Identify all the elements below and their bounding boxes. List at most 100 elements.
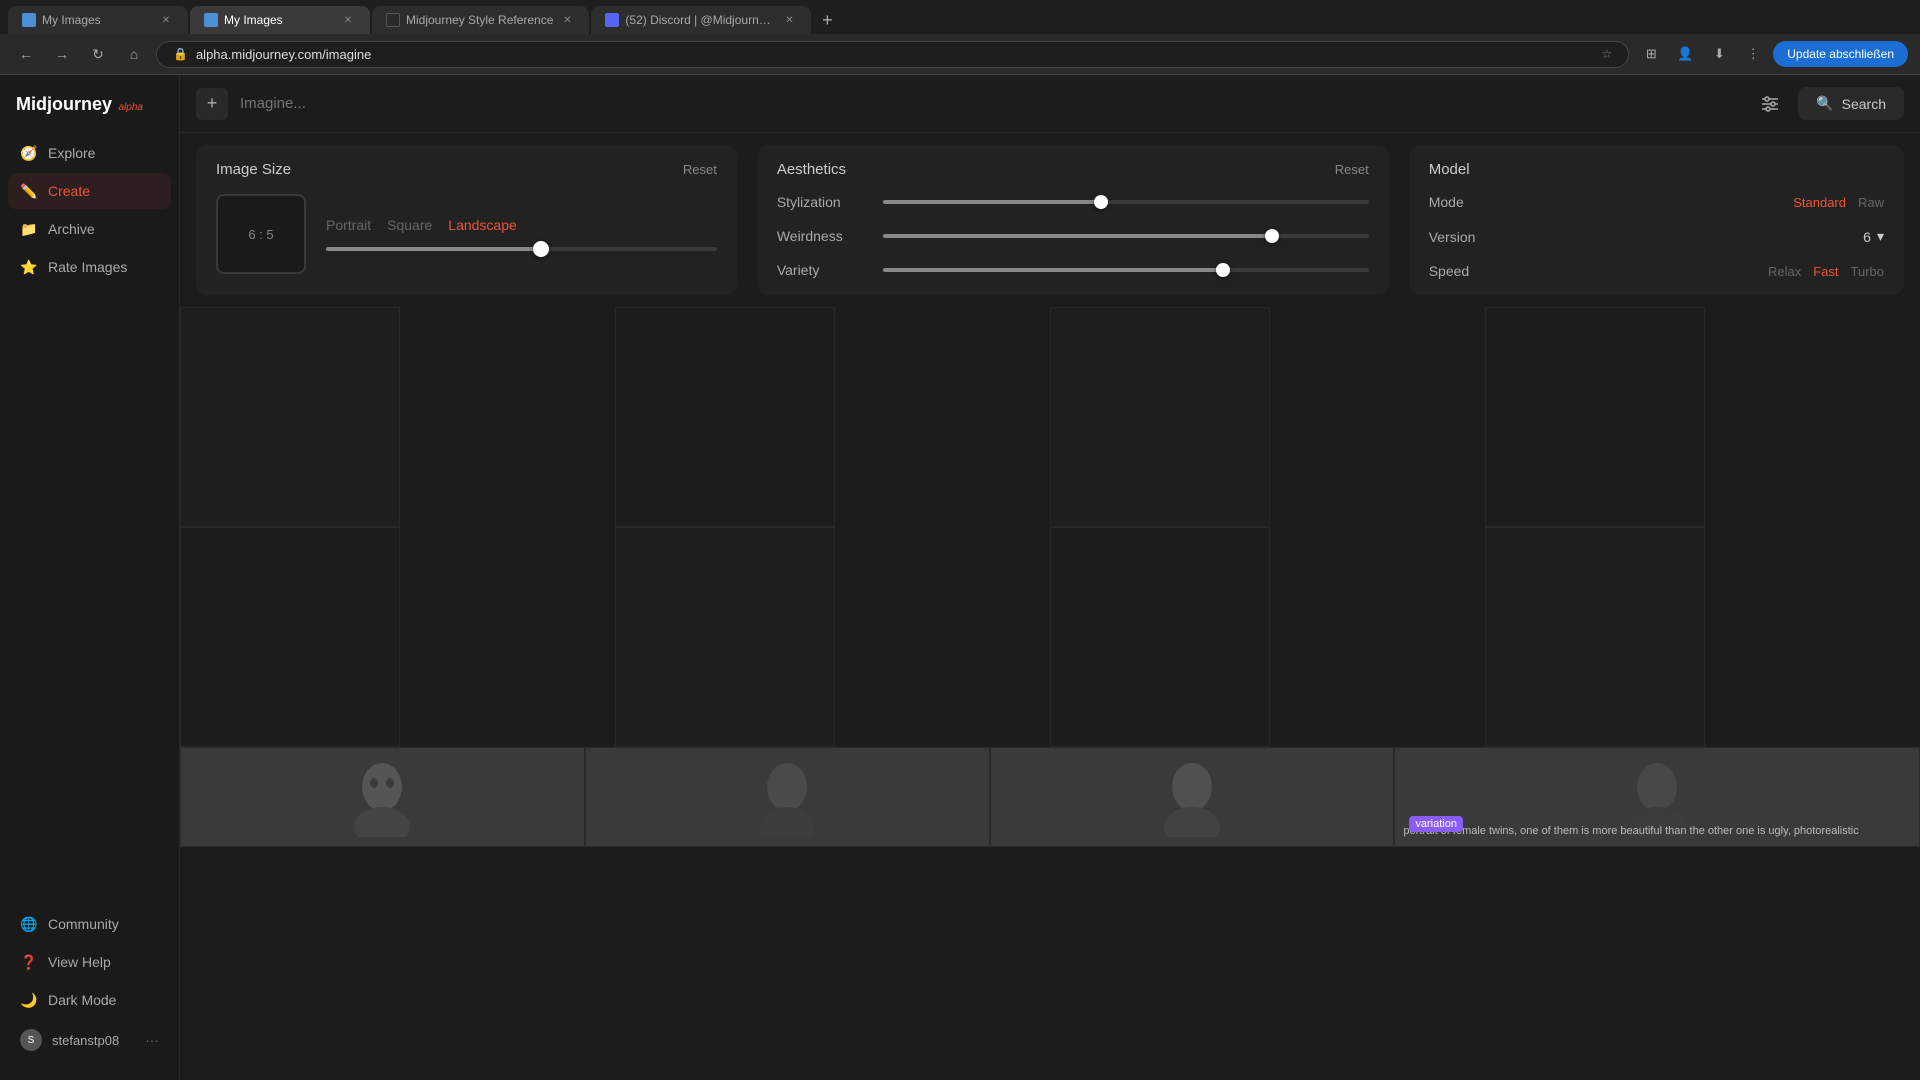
grid-cell-2 xyxy=(615,307,835,527)
back-button[interactable]: ← xyxy=(12,40,40,68)
tab-3[interactable]: Midjourney Style Reference ✕ xyxy=(372,6,589,34)
sidebar: Midjourney alpha 🧭 Explore ✏️ Create 📁 A… xyxy=(0,75,180,1080)
sidebar-item-label-create: Create xyxy=(48,183,90,199)
mode-options: Standard Raw xyxy=(1793,195,1884,210)
extensions-btn[interactable]: ⊞ xyxy=(1637,40,1665,68)
filter-button[interactable] xyxy=(1754,88,1786,120)
size-slider-thumb[interactable] xyxy=(533,241,549,257)
sidebar-item-create[interactable]: ✏️ Create xyxy=(8,173,171,209)
bottom-cell-3[interactable] xyxy=(990,747,1395,847)
variety-slider[interactable] xyxy=(883,268,1369,272)
sidebar-bottom: 🌐 Community ❓ View Help 🌙 Dark Mode S st… xyxy=(0,898,179,1068)
variation-overlay: variation portrait of female twins, one … xyxy=(1403,824,1911,838)
bottom-cell-2[interactable] xyxy=(585,747,990,847)
size-option-portrait[interactable]: Portrait xyxy=(326,217,371,233)
size-option-square[interactable]: Square xyxy=(387,217,432,233)
tab-favicon-4 xyxy=(605,13,619,27)
sidebar-item-archive[interactable]: 📁 Archive xyxy=(8,211,171,247)
panel-gap-1 xyxy=(746,145,756,295)
explore-icon: 🧭 xyxy=(20,144,38,162)
sidebar-item-dark-mode[interactable]: 🌙 Dark Mode xyxy=(8,982,171,1018)
reload-button[interactable]: ↻ xyxy=(84,40,112,68)
image-size-header: Image Size Reset xyxy=(216,161,717,178)
sidebar-item-rate-images[interactable]: ⭐ Rate Images xyxy=(8,249,171,285)
bottom-cell-1[interactable] xyxy=(180,747,585,847)
bottom-cell-4[interactable]: variation portrait of female twins, one … xyxy=(1394,747,1920,847)
star-icon[interactable]: ☆ xyxy=(1602,47,1613,61)
mode-row: Mode Standard Raw xyxy=(1429,194,1884,210)
tab-close-4[interactable]: ✕ xyxy=(781,12,797,28)
profile-btn[interactable]: 👤 xyxy=(1671,40,1699,68)
user-item[interactable]: S stefanstp08 ··· xyxy=(8,1020,171,1060)
speed-row: Speed Relax Fast Turbo xyxy=(1429,263,1884,279)
image-size-title: Image Size xyxy=(216,161,291,178)
size-preview: 6 : 5 xyxy=(216,194,306,274)
image-size-reset[interactable]: Reset xyxy=(683,162,717,177)
grid-cell-3 xyxy=(1050,307,1270,527)
weirdness-thumb[interactable] xyxy=(1265,229,1279,243)
logo: Midjourney alpha xyxy=(16,95,143,115)
tab-close-1[interactable]: ✕ xyxy=(158,12,174,28)
variety-row: Variety xyxy=(777,262,1369,278)
speed-relax[interactable]: Relax xyxy=(1768,264,1801,279)
grid-cell-5 xyxy=(180,527,400,747)
bottom-strip: variation portrait of female twins, one … xyxy=(180,747,1920,847)
sidebar-item-label-explore: Explore xyxy=(48,145,95,161)
tab-2[interactable]: My Images ✕ xyxy=(190,6,370,34)
sidebar-item-view-help[interactable]: ❓ View Help xyxy=(8,944,171,980)
app-layout: Midjourney alpha 🧭 Explore ✏️ Create 📁 A… xyxy=(0,75,1920,1080)
tab-close-3[interactable]: ✕ xyxy=(559,12,575,28)
forward-button[interactable]: → xyxy=(48,40,76,68)
speed-fast[interactable]: Fast xyxy=(1813,264,1838,279)
imagine-input[interactable] xyxy=(240,95,1742,112)
tab-title-1: My Images xyxy=(42,13,152,27)
tab-4[interactable]: (52) Discord | @Midjourney Bot ✕ xyxy=(591,6,811,34)
tab-close-2[interactable]: ✕ xyxy=(340,12,356,28)
update-button[interactable]: Update abschließen xyxy=(1773,41,1908,67)
size-options: Portrait Square Landscape xyxy=(326,217,717,233)
sidebar-item-label-rate: Rate Images xyxy=(48,259,127,275)
top-toolbar: + 🔍 Search xyxy=(180,75,1920,133)
downloads-btn[interactable]: ⬇ xyxy=(1705,40,1733,68)
stylization-thumb[interactable] xyxy=(1094,195,1108,209)
mode-raw[interactable]: Raw xyxy=(1858,195,1884,210)
speed-turbo[interactable]: Turbo xyxy=(1851,264,1884,279)
add-button[interactable]: + xyxy=(196,88,228,120)
size-preview-row: 6 : 5 Portrait Square Landscape xyxy=(216,194,717,274)
speed-label: Speed xyxy=(1429,263,1469,279)
aesthetics-reset[interactable]: Reset xyxy=(1335,162,1369,177)
address-text: alpha.midjourney.com/imagine xyxy=(196,47,1594,62)
sidebar-item-label-dark: Dark Mode xyxy=(48,992,116,1008)
grid-cell-8 xyxy=(1485,527,1705,747)
version-select[interactable]: 6 ▾ xyxy=(1863,228,1884,245)
weirdness-label: Weirdness xyxy=(777,228,867,244)
size-slider-fill xyxy=(326,247,541,251)
size-option-landscape[interactable]: Landscape xyxy=(448,217,517,233)
variety-thumb[interactable] xyxy=(1216,263,1230,277)
sidebar-item-explore[interactable]: 🧭 Explore xyxy=(8,135,171,171)
sidebar-item-community[interactable]: 🌐 Community xyxy=(8,906,171,942)
community-icon: 🌐 xyxy=(20,915,38,933)
browser-chrome: My Images ✕ My Images ✕ Midjourney Style… xyxy=(0,0,1920,75)
weirdness-fill xyxy=(883,234,1272,238)
stylization-slider[interactable] xyxy=(883,200,1369,204)
aesthetics-title: Aesthetics xyxy=(777,161,846,178)
tab-1[interactable]: My Images ✕ xyxy=(8,6,188,34)
weirdness-slider[interactable] xyxy=(883,234,1369,238)
home-button[interactable]: ⌂ xyxy=(120,40,148,68)
user-more-icon[interactable]: ··· xyxy=(145,1032,159,1048)
lock-icon: 🔒 xyxy=(173,47,188,61)
speed-options: Relax Fast Turbo xyxy=(1768,264,1884,279)
tab-bar: My Images ✕ My Images ✕ Midjourney Style… xyxy=(0,0,1920,34)
new-tab-button[interactable]: + xyxy=(813,6,841,34)
settings-btn[interactable]: ⋮ xyxy=(1739,40,1767,68)
address-bar[interactable]: 🔒 alpha.midjourney.com/imagine ☆ xyxy=(156,41,1629,68)
logo-alpha: alpha xyxy=(118,102,142,113)
mode-standard[interactable]: Standard xyxy=(1793,195,1846,210)
panel-gap-2 xyxy=(1398,145,1408,295)
version-label: Version xyxy=(1429,229,1476,245)
variation-text: portrait of female twins, one of them is… xyxy=(1403,824,1858,838)
search-button[interactable]: 🔍 Search xyxy=(1798,87,1904,120)
face-1 xyxy=(181,748,584,846)
stylization-fill xyxy=(883,200,1102,204)
